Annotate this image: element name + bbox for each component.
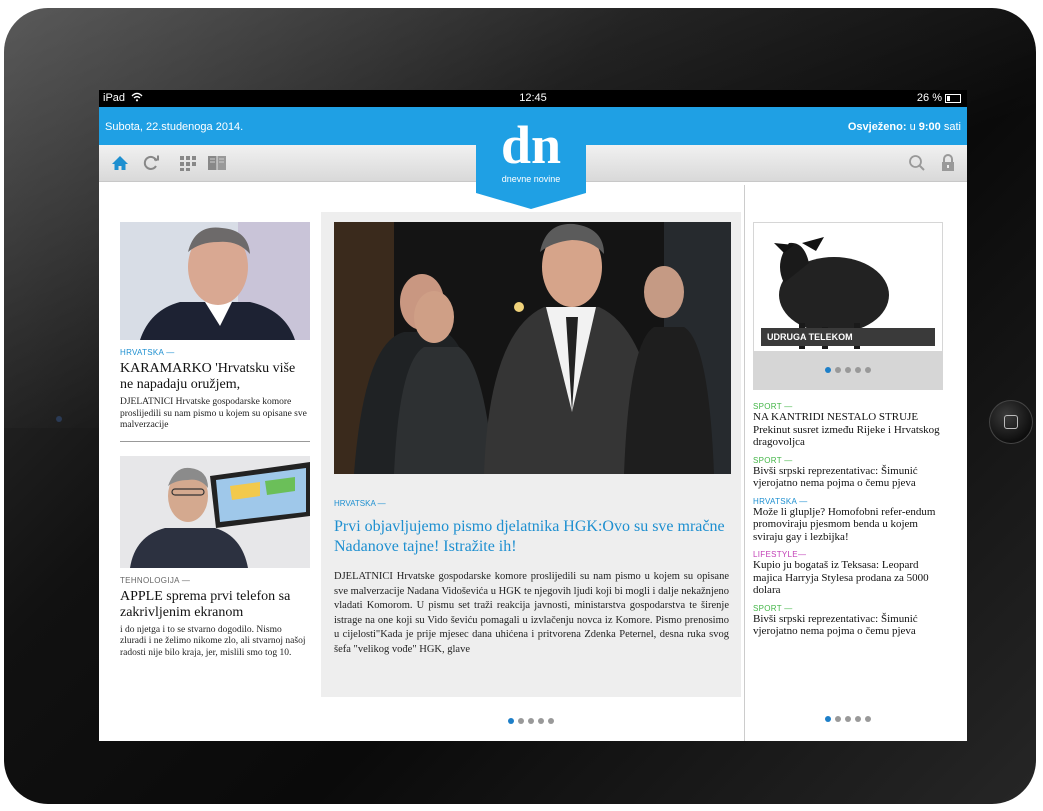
battery-indicator: 26 % [917,92,961,104]
news-section: SPORT — [753,455,793,465]
status-bar: iPad 12:45 26 % [99,90,967,107]
news-section: SPORT — [753,402,793,411]
news-item[interactable]: LIFESTYLE— Kupio ju bogataš iz Teksasa: L… [753,550,943,597]
book-icon[interactable] [207,153,227,173]
news-headline[interactable]: Bivši srpski reprezentativac: Šimunić vj… [753,613,943,638]
pager-dot[interactable] [508,718,514,724]
main-article-body: DJELATNICI Hrvatske gospodarske komore p… [334,571,729,655]
article-thumbnail-apple[interactable] [120,455,310,568]
logo-text: dn [501,115,561,175]
main-article-title[interactable]: Prvi objavljujemo pismo djelatnika HGK:O… [334,517,729,557]
news-pager[interactable] [753,716,943,722]
pager-dot[interactable] [855,716,861,722]
clock: 12:45 [519,92,547,104]
ad-carousel[interactable]: UDRUGA TELEKOM [753,222,943,390]
main-article-photo[interactable] [334,222,731,474]
news-headline[interactable]: NA KANTRIDI NESTALO STRUJE Prekinut susr… [753,411,943,449]
article-headline[interactable]: APPLE sprema prvi telefon sa zakrivljeni… [120,589,310,621]
article-lead: DJELATNICI Hrvatske gospodarske komore p… [120,397,307,430]
home-icon[interactable] [110,153,130,173]
pager-dot[interactable] [825,716,831,722]
pager-dot[interactable] [865,716,871,722]
news-item[interactable]: SPORT — NA KANTRIDI NESTALO STRUJE Prekin… [753,402,943,449]
pager-dot[interactable] [845,367,851,373]
ad-label: UDRUGA TELEKOM [761,328,935,346]
pager-dot[interactable] [518,718,524,724]
updated-label: Osvježeno: u 9:00 sati [847,121,961,133]
pager-dot[interactable] [825,367,831,373]
column-divider [744,185,745,741]
screen: iPad 12:45 26 % Subota, 22.studenoga 201… [99,90,967,741]
camera [56,416,62,422]
home-button[interactable] [989,400,1033,444]
dn-logo[interactable]: dn dnevne novine [476,107,586,209]
pager-dot[interactable] [528,718,534,724]
news-section: SPORT — [753,603,793,613]
pager-dot[interactable] [548,718,554,724]
news-item[interactable]: SPORT — Bivši srpski reprezentativac: Šim… [753,604,943,638]
pager-dot[interactable] [865,367,871,373]
left-column: HRVATSKA — KARAMARKO 'Hrvatsku više ne n… [120,222,310,659]
ad-pager[interactable] [753,367,943,373]
article-section: HRVATSKA — [120,348,175,357]
grid-icon[interactable] [178,153,198,173]
article-section: TEHNOLOGIJA — [120,575,191,585]
main-article-pager[interactable] [321,718,741,724]
news-list: SPORT — NA KANTRIDI NESTALO STRUJE Prekin… [753,402,943,638]
article-lead: i do njetga i to se stvarno dogodilo. Ni… [120,624,306,658]
main-article: HRVATSKA — Prvi objavljujemo pismo djela… [321,212,741,697]
news-headline[interactable]: Bivši srpski reprezentativac: Šimunić vj… [753,465,943,490]
battery-icon [945,93,961,103]
pager-dot[interactable] [538,718,544,724]
pager-dot[interactable] [855,367,861,373]
news-headline[interactable]: Može li gluplje? Homofobni refer-endum p… [753,506,943,544]
divider [120,440,310,442]
right-column: UDRUGA TELEKOM SPORT — NA KANTRIDI NESTAL… [753,222,943,638]
news-item[interactable]: HRVATSKA — Može li gluplje? Homofobni ref… [753,497,943,544]
logo-subtitle: dnevne novine [502,174,561,184]
pager-dot[interactable] [835,716,841,722]
news-section: HRVATSKA — [753,496,808,506]
article-headline[interactable]: KARAMARKO 'Hrvatsku više ne napadaju oru… [120,361,310,393]
article-thumbnail-politician[interactable] [120,222,310,340]
pager-dot[interactable] [845,716,851,722]
refresh-icon[interactable] [141,153,161,173]
news-section: LIFESTYLE— [753,550,807,559]
pager-dot[interactable] [835,367,841,373]
lock-icon[interactable] [938,153,958,173]
main-article-section: HRVATSKA — [334,499,386,508]
date-label: Subota, 22.studenoga 2014. [105,121,244,133]
news-item[interactable]: SPORT — Bivši srpski reprezentativac: Šim… [753,456,943,490]
news-headline[interactable]: Kupio ju bogataš iz Teksasa: Leopard maj… [753,559,943,597]
search-icon[interactable] [907,153,927,173]
